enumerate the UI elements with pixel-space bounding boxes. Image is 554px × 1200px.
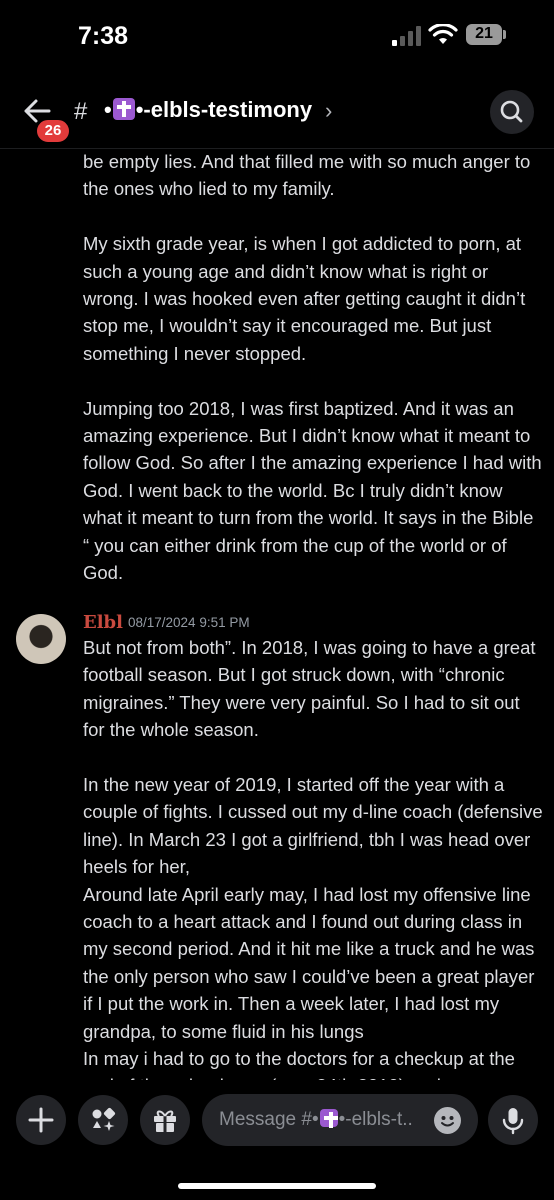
message-paragraph: In the new year of 2019, I started off t… [83,774,543,878]
avatar[interactable] [16,614,66,664]
message-body: But not from both”. In 2018, I was going… [83,634,543,1100]
chevron-right-icon[interactable]: › [325,98,332,124]
placeholder-prefix: Message #• [219,1109,319,1130]
gift-button[interactable] [140,1095,190,1145]
search-button[interactable] [490,90,534,134]
placeholder-suffix: •-elbls-t.. [338,1109,413,1130]
channel-hash-icon: # [74,98,88,125]
message-placeholder: Message #• •-elbls-t.. [219,1109,413,1131]
message-paragraph: Jumping too 2018, I was first baptized. … [83,397,542,584]
smiley-face-icon [441,1116,454,1127]
latin-cross-emoji-icon [319,1109,338,1128]
plus-icon [28,1107,54,1133]
battery-level: 21 [475,25,493,42]
gift-icon [154,1110,176,1132]
battery-icon: 21 [466,24,502,45]
channel-prefix: • [104,97,112,122]
message-continuation: be empty lies. And that filled me with s… [83,148,543,586]
add-attachment-button[interactable] [16,1095,66,1145]
author-name[interactable]: Elbl [83,612,123,633]
emoji-icon[interactable] [434,1107,461,1134]
message-timestamp: 08/17/2024 9:51 PM [128,615,250,630]
message-paragraph: Around late April early may, I had lost … [83,883,535,1042]
message-paragraph: My sixth grade year, is when I got addic… [83,233,526,364]
wifi-icon [428,24,458,44]
message-paragraph: But not from both”. In 2018, I was going… [83,637,536,741]
cellular-signal-icon [392,26,421,46]
status-time: 7:38 [78,22,129,50]
message-paragraph: be empty lies. And that filled me with s… [83,151,531,200]
apps-button[interactable] [78,1095,128,1145]
search-icon [500,100,523,123]
apps-icon [92,1107,116,1131]
status-bar: 7:38 21 [0,0,554,70]
unread-badge: 26 [34,117,72,145]
channel-name[interactable]: • •-elbls-testimony [104,97,312,123]
home-indicator[interactable] [178,1183,376,1189]
voice-message-button[interactable] [488,1095,538,1145]
battery-tip [503,30,506,39]
microphone-icon [502,1108,524,1135]
composer-bar: Message #• •-elbls-t.. [0,1080,554,1200]
latin-cross-emoji-icon [112,98,135,120]
channel-suffix: •-elbls-testimony [135,97,313,122]
channel-header: 26 # • •-elbls-testimony › [0,84,554,145]
message-input[interactable]: Message #• •-elbls-t.. [202,1094,478,1146]
